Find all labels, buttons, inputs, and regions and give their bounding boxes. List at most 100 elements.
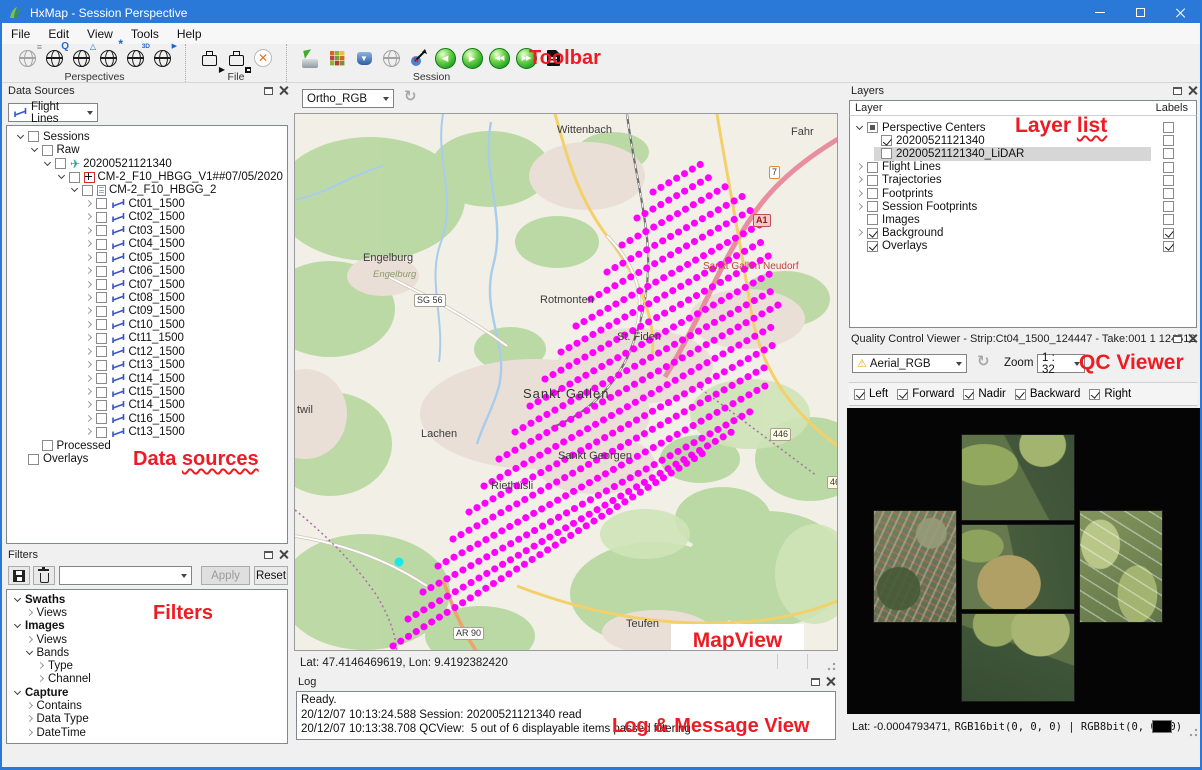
globe-lines-icon[interactable]: ≡: [16, 46, 38, 70]
collapse-arrow-icon[interactable]: [854, 122, 867, 134]
checkbox[interactable]: [854, 389, 865, 400]
float-panel-icon[interactable]: [1173, 335, 1182, 343]
expand-arrow-icon[interactable]: [83, 359, 96, 371]
expand-arrow-icon[interactable]: [83, 319, 96, 331]
layer-row[interactable]: Footprints: [850, 187, 1196, 200]
layer-visibility-checkbox[interactable]: [881, 135, 892, 146]
checkbox[interactable]: [96, 306, 107, 317]
expand-arrow-icon[interactable]: [83, 279, 96, 291]
aerial-image-nadir[interactable]: [961, 524, 1075, 610]
open-session-icon[interactable]: ▶: [198, 46, 220, 70]
globe-disabled-icon[interactable]: [380, 46, 402, 70]
tree-row[interactable]: Views: [7, 606, 287, 619]
checkbox[interactable]: [42, 440, 53, 451]
float-panel-icon[interactable]: [264, 551, 273, 559]
layer-row[interactable]: 20200521121340_LiDAR: [850, 147, 1196, 160]
collapse-arrow-icon[interactable]: [56, 171, 69, 183]
filter-preset-combo[interactable]: [59, 566, 192, 585]
expand-arrow-icon[interactable]: [83, 305, 96, 317]
maximize-button[interactable]: [1120, 2, 1160, 23]
layer-visibility-checkbox[interactable]: [867, 241, 878, 252]
tree-row[interactable]: Contains: [7, 699, 287, 712]
expand-arrow-icon[interactable]: [83, 399, 96, 411]
collapse-arrow-icon[interactable]: [12, 620, 25, 632]
refresh-icon[interactable]: ↻: [404, 89, 417, 104]
checkbox[interactable]: [28, 454, 39, 465]
tree-row[interactable]: Ct14_1500: [7, 399, 287, 412]
tree-row[interactable]: Ct07_1500: [7, 278, 287, 291]
close-panel-icon[interactable]: [826, 677, 835, 686]
map-layer-combo[interactable]: Ortho_RGB: [302, 89, 394, 108]
layer-visibility-checkbox[interactable]: [867, 188, 878, 199]
layer-visibility-checkbox[interactable]: [867, 214, 878, 225]
checkbox[interactable]: [96, 252, 107, 263]
expand-arrow-icon[interactable]: [854, 201, 867, 213]
layer-labels-checkbox[interactable]: [1163, 162, 1174, 173]
layer-row[interactable]: Trajectories: [850, 174, 1196, 187]
tree-row[interactable]: Views: [7, 633, 287, 646]
expand-arrow-icon[interactable]: [24, 634, 37, 646]
view-toggle-left[interactable]: Left: [854, 388, 888, 400]
checkbox[interactable]: [96, 266, 107, 277]
checkbox[interactable]: [96, 279, 107, 290]
tree-row[interactable]: Ct14_1500: [7, 372, 287, 385]
globe-settings-icon[interactable]: *: [97, 46, 119, 70]
checkbox[interactable]: [96, 360, 107, 371]
layer-row[interactable]: Flight Lines: [850, 161, 1196, 174]
aerial-image-right[interactable]: [1079, 510, 1163, 623]
expand-arrow-icon[interactable]: [24, 727, 37, 739]
checkbox[interactable]: [897, 389, 908, 400]
refresh-icon[interactable]: ↻: [977, 354, 990, 369]
checkbox[interactable]: [1015, 389, 1026, 400]
expand-arrow-icon[interactable]: [83, 252, 96, 264]
apply-button[interactable]: Apply: [201, 566, 250, 585]
tree-row[interactable]: Ct16_1500: [7, 412, 287, 425]
nav-back-icon[interactable]: ◀: [434, 46, 456, 70]
checkbox[interactable]: [96, 413, 107, 424]
checkbox[interactable]: [963, 389, 974, 400]
tree-row[interactable]: Ct03_1500: [7, 224, 287, 237]
zoom-level-combo[interactable]: 1 : 32: [1037, 354, 1085, 373]
close-panel-icon[interactable]: [1188, 334, 1197, 343]
tree-row[interactable]: Images: [7, 620, 287, 633]
expand-arrow-icon[interactable]: [854, 174, 867, 186]
layer-visibility-checkbox[interactable]: [867, 228, 878, 239]
layer-visibility-checkbox[interactable]: [867, 162, 878, 173]
view-toggle-forward[interactable]: Forward: [897, 388, 954, 400]
menu-view[interactable]: View: [78, 25, 122, 43]
close-panel-icon[interactable]: [279, 550, 288, 559]
collapse-arrow-icon[interactable]: [42, 158, 55, 170]
expand-arrow-icon[interactable]: [83, 386, 96, 398]
tree-row[interactable]: Bands: [7, 646, 287, 659]
map-canvas[interactable]: WittenbachFahrEngelburgEngelburgRotmonte…: [294, 113, 838, 651]
layer-visibility-checkbox[interactable]: [881, 148, 892, 159]
layer-labels-checkbox[interactable]: [1163, 188, 1174, 199]
checkbox[interactable]: [96, 346, 107, 357]
tree-row[interactable]: Ct09_1500: [7, 305, 287, 318]
globe-search-icon[interactable]: Q: [43, 46, 65, 70]
checkbox[interactable]: [96, 225, 107, 236]
data-sources-type-combo[interactable]: Flight Lines: [8, 103, 98, 122]
reset-button[interactable]: Reset: [254, 566, 288, 585]
expand-arrow-icon[interactable]: [83, 413, 96, 425]
float-panel-icon[interactable]: [811, 678, 820, 686]
download-icon[interactable]: ▼: [353, 46, 375, 70]
globe-3d-icon[interactable]: 3D: [124, 46, 146, 70]
checkbox[interactable]: [96, 373, 107, 384]
expand-arrow-icon[interactable]: [854, 227, 867, 239]
save-filter-button[interactable]: [8, 566, 30, 585]
checkbox[interactable]: [96, 212, 107, 223]
layer-labels-checkbox[interactable]: [1163, 175, 1174, 186]
collapse-arrow-icon[interactable]: [69, 184, 82, 196]
tree-row[interactable]: Ct01_1500: [7, 197, 287, 210]
expand-arrow-icon[interactable]: [83, 238, 96, 250]
expand-arrow-icon[interactable]: [83, 265, 96, 277]
tree-row[interactable]: CM-2_F10_HBGG_2: [7, 184, 287, 197]
collapse-arrow-icon[interactable]: [24, 647, 37, 659]
layer-labels-checkbox[interactable]: [1163, 214, 1174, 225]
band-matrix-icon[interactable]: [326, 46, 348, 70]
checkbox[interactable]: [96, 333, 107, 344]
globe-measure-icon[interactable]: △: [70, 46, 92, 70]
checkbox[interactable]: [96, 387, 107, 398]
expand-arrow-icon[interactable]: [24, 700, 37, 712]
